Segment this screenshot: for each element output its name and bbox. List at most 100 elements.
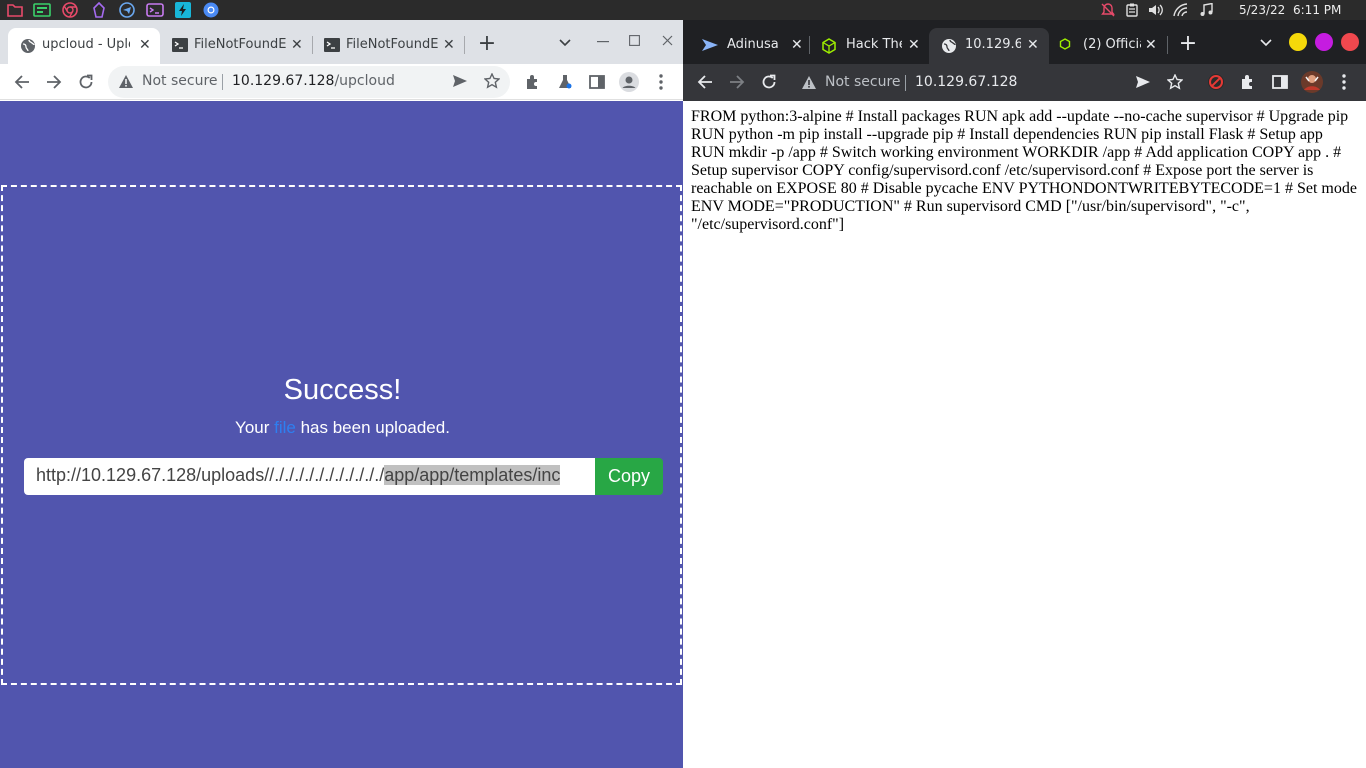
tab-filenotfound-1[interactable]: FileNotFoundE ✕ [160,28,312,64]
warning-triangle-icon[interactable] [118,74,134,89]
url-text: 10.129.67.128/upcloud [232,73,395,89]
message-after: has been uploaded. [295,418,450,437]
tab-search-chevron-icon[interactable] [1254,31,1278,55]
wifi-icon[interactable] [1172,2,1190,18]
reload-icon[interactable] [74,70,98,94]
right-browser-window: Adinusa - ✕ Hack The ✕ 10.129.67 ✕ (2) O… [683,20,1366,768]
uploaded-url-field[interactable]: http://10.129.67.128/uploads//./././././… [24,458,596,495]
url-prefix: http://10.129.67.128/uploads//./././././… [36,465,385,485]
tab-close-icon[interactable]: ✕ [291,37,303,53]
tab-title: upcloud - Uplo [42,37,130,52]
tab-separator [464,36,465,54]
url-host: 10.129.67.128 [232,73,335,89]
profile-avatar-icon[interactable] [617,70,641,94]
files-icon[interactable] [6,2,24,18]
tab-search-chevron-icon[interactable] [553,31,577,55]
tab-close-icon[interactable]: ✕ [139,37,151,53]
tab-close-icon[interactable]: ✕ [1145,37,1157,53]
send-tab-icon[interactable] [452,74,468,88]
message-before: Your [235,418,275,437]
tab-official[interactable]: (2) Officia ✕ [1049,28,1167,64]
right-navigation-toolbar: Not secure 10.129.67.128 [683,64,1366,101]
back-arrow-icon[interactable] [693,70,717,94]
upcloud-page: Success! Your file has been uploaded. ht… [0,101,683,768]
back-arrow-icon[interactable] [10,70,34,94]
tab-separator [1167,36,1168,54]
tab-separator [809,36,810,54]
extensions-puzzle-icon[interactable] [521,70,545,94]
tab-close-icon[interactable]: ✕ [791,37,803,53]
url-selected-text: app/app/templates/inc [384,465,561,485]
tab-10-129-67-128[interactable]: 10.129.67 ✕ [929,28,1049,64]
tab-close-icon[interactable]: ✕ [908,37,920,53]
tab-title: FileNotFoundE [194,37,286,52]
tab-upcloud[interactable]: upcloud - Uplo ✕ [8,28,160,64]
copy-button[interactable]: Copy [595,458,663,495]
terminal-favicon-icon [324,38,340,52]
upload-drop-zone[interactable]: Success! Your file has been uploaded. ht… [1,185,682,685]
bookmark-star-icon[interactable] [1163,70,1187,94]
forward-arrow-icon[interactable] [42,70,66,94]
send-tab-icon[interactable] [1131,70,1155,94]
tab-filenotfound-2[interactable]: FileNotFoundE ✕ [312,28,464,64]
telegram-icon[interactable] [118,2,136,18]
right-tab-strip: Adinusa - ✕ Hack The ✕ 10.129.67 ✕ (2) O… [683,20,1366,64]
forward-arrow-icon[interactable] [725,70,749,94]
address-bar[interactable]: Not secure 10.129.67.128/upcloud [108,66,510,98]
maximize-icon[interactable] [622,28,646,52]
dockerfile-text: FROM python:3-alpine # Install packages … [691,108,1357,233]
chromium-icon[interactable] [202,2,220,18]
adblock-extension-icon[interactable] [1204,70,1228,94]
kebab-menu-icon[interactable] [1332,70,1356,94]
close-dot-icon[interactable] [1341,33,1359,51]
dockerfile-page: FROM python:3-alpine # Install packages … [683,101,1366,768]
reload-icon[interactable] [757,70,781,94]
url-path: /upcloud [334,73,395,89]
tab-title: 10.129.67 [965,37,1021,52]
security-label: Not secure [142,73,218,89]
tab-hackthebox[interactable]: Hack The ✕ [811,28,929,64]
obsidian-icon[interactable] [90,2,108,18]
extensions-puzzle-icon[interactable] [1236,70,1260,94]
warning-triangle-icon[interactable] [801,75,817,90]
maximize-dot-icon[interactable] [1315,33,1333,51]
url-host: 10.129.67.128 [915,74,1018,90]
hackthebox-cube-icon [821,38,837,54]
tab-title: (2) Officia [1083,37,1141,52]
side-panel-icon[interactable] [585,70,609,94]
tab-close-icon[interactable]: ✕ [443,37,455,53]
notification-muted-icon[interactable] [1100,2,1116,18]
left-tab-strip: upcloud - Uplo ✕ FileNotFoundE ✕ FileNot… [0,20,683,64]
system-top-bar: 5/23/22 6:11 PM [0,0,1366,20]
left-browser-window: upcloud - Uplo ✕ FileNotFoundE ✕ FileNot… [0,20,683,768]
kebab-menu-icon[interactable] [649,70,673,94]
system-date: 5/23/22 [1239,3,1286,17]
lab-flask-icon[interactable] [553,70,577,94]
tab-title: Adinusa - [727,37,779,52]
music-icon[interactable] [1198,2,1214,18]
new-tab-plus-icon[interactable]: + [475,31,499,56]
file-link[interactable]: file [274,418,296,437]
system-clock: 6:11 PM [1293,3,1342,17]
window-close-icon[interactable] [655,28,679,52]
tab-close-icon[interactable]: ✕ [1027,37,1039,53]
profile-avatar-icon[interactable] [1300,70,1324,94]
side-panel-icon[interactable] [1268,70,1292,94]
new-tab-plus-icon[interactable]: + [1176,31,1200,56]
tab-adinusa[interactable]: Adinusa - ✕ [691,28,811,64]
volume-icon[interactable] [1147,2,1165,18]
security-label: Not secure [825,74,901,90]
omnibox-divider [905,75,906,91]
chrome-icon[interactable] [61,2,79,18]
clipboard-icon[interactable] [1124,2,1140,18]
terminal-icon[interactable] [146,2,164,18]
minimize-icon[interactable] [591,30,615,54]
bolt-app-icon[interactable] [174,2,192,18]
hackthebox-favicon-icon [1059,38,1071,50]
terminal-monitor-icon[interactable] [33,2,51,18]
bookmark-star-icon[interactable] [484,73,500,89]
minimize-dot-icon[interactable] [1289,33,1307,51]
globe-icon [20,38,36,54]
terminal-favicon-icon [172,38,188,52]
tab-title: Hack The [846,37,902,52]
